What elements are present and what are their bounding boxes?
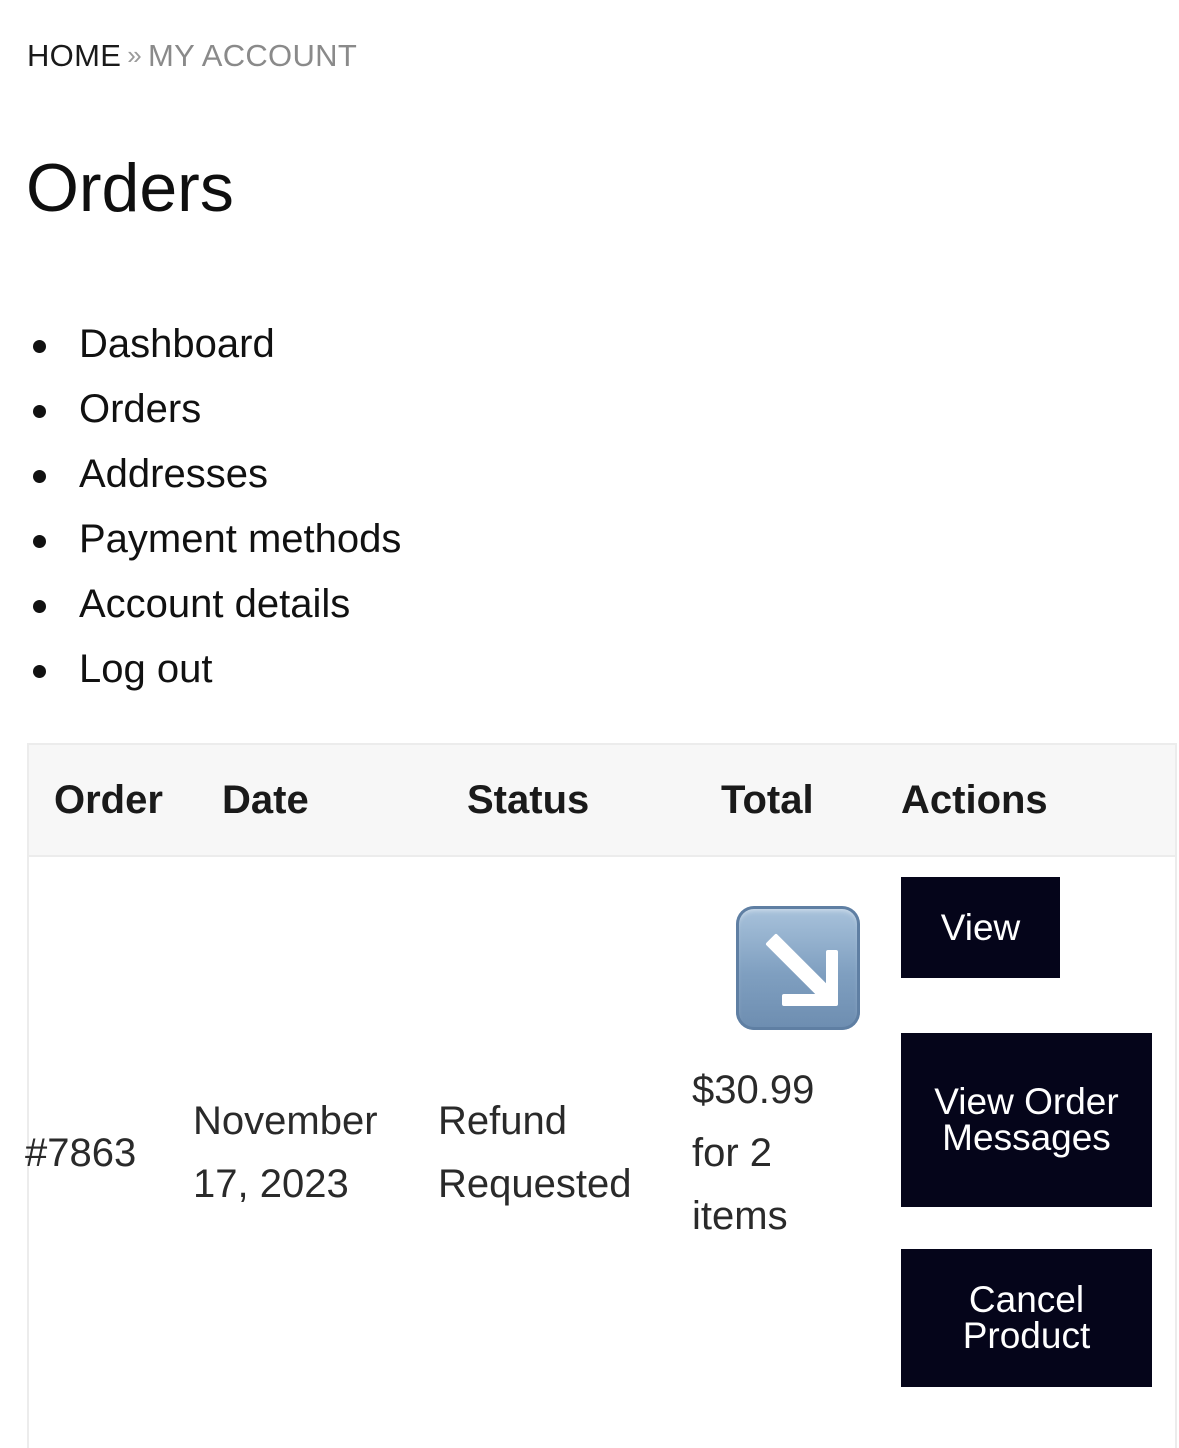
- account-nav-link-dashboard[interactable]: Dashboard: [79, 322, 275, 366]
- order-date: November 17, 2023: [193, 1099, 378, 1206]
- cancel-product-button[interactable]: Cancel Product: [901, 1249, 1152, 1387]
- bullet-icon: [33, 340, 46, 353]
- account-nav-item-addresses: Addresses: [27, 442, 401, 507]
- account-nav-item-orders: Orders: [27, 377, 401, 442]
- account-nav-item-log-out: Log out: [27, 637, 401, 702]
- column-header-status: Status: [467, 778, 590, 822]
- down-right-arrow-icon: [736, 906, 860, 1030]
- account-nav-item-payment-methods: Payment methods: [27, 507, 401, 572]
- account-nav-link-addresses[interactable]: Addresses: [79, 452, 268, 496]
- bullet-icon: [33, 600, 46, 613]
- account-nav-link-account-details[interactable]: Account details: [79, 582, 350, 626]
- account-nav-item-dashboard: Dashboard: [27, 312, 401, 377]
- account-navigation: Dashboard Orders Addresses Payment metho…: [27, 312, 401, 702]
- down-right-arrow-glyph: [766, 934, 838, 1006]
- bullet-icon: [33, 405, 46, 418]
- column-header-total: Total: [721, 778, 814, 822]
- column-header-actions: Actions: [901, 778, 1048, 822]
- breadcrumb: HOME» MY ACCOUNT: [27, 38, 357, 75]
- orders-table-header: Order Date Status Total Actions: [29, 745, 1175, 857]
- bullet-icon: [33, 470, 46, 483]
- page-title: Orders: [26, 150, 234, 226]
- order-number-link[interactable]: #7863: [25, 1122, 136, 1185]
- order-status: Refund Requested: [438, 1099, 632, 1206]
- my-account-page: HOME» MY ACCOUNT Orders Dashboard Orders …: [0, 0, 1179, 1448]
- account-nav-link-log-out[interactable]: Log out: [79, 647, 212, 691]
- breadcrumb-separator: »: [127, 40, 142, 70]
- view-order-button[interactable]: View: [901, 877, 1060, 978]
- breadcrumb-current: MY ACCOUNT: [147, 38, 358, 73]
- column-header-order: Order: [54, 778, 163, 822]
- column-header-date: Date: [222, 778, 309, 822]
- account-nav-link-payment-methods[interactable]: Payment methods: [79, 517, 401, 561]
- view-order-messages-button[interactable]: View Order Messages: [901, 1033, 1152, 1207]
- account-nav-link-orders[interactable]: Orders: [79, 387, 201, 431]
- breadcrumb-home-link[interactable]: HOME: [27, 38, 121, 73]
- bullet-icon: [33, 535, 46, 548]
- order-total: $30.99 for 2 items: [692, 1068, 815, 1238]
- account-nav-item-account-details: Account details: [27, 572, 401, 637]
- bullet-icon: [33, 665, 46, 678]
